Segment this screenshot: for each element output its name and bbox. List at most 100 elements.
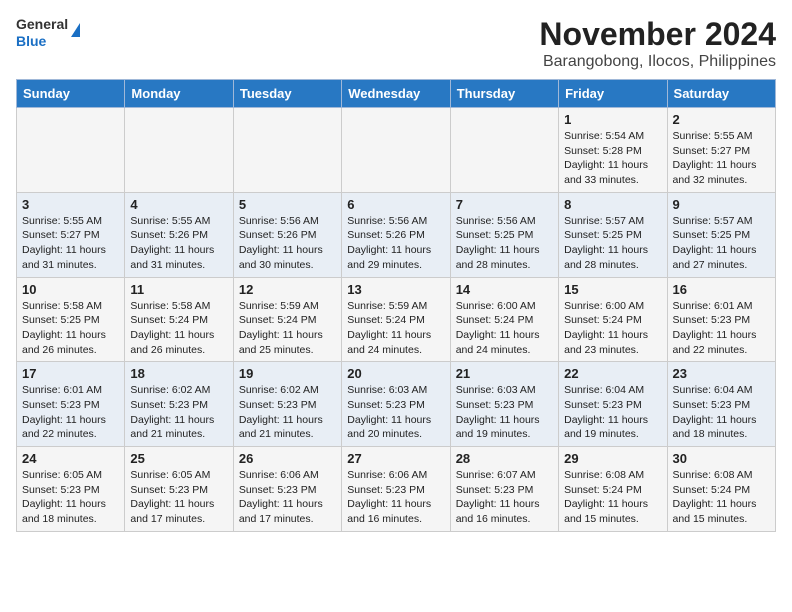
day-number: 25: [130, 451, 227, 466]
calendar-week-row: 17 Sunrise: 6:01 AM Sunset: 5:23 PM Dayli…: [17, 362, 776, 447]
day-number: 22: [564, 366, 661, 381]
day-info: Sunrise: 6:06 AM Sunset: 5:23 PM Dayligh…: [347, 468, 444, 527]
day-number: 15: [564, 282, 661, 297]
day-info: Sunrise: 6:05 AM Sunset: 5:23 PM Dayligh…: [22, 468, 119, 527]
calendar-week-row: 10 Sunrise: 5:58 AM Sunset: 5:25 PM Dayli…: [17, 277, 776, 362]
day-info: Sunrise: 5:59 AM Sunset: 5:24 PM Dayligh…: [347, 299, 444, 358]
calendar-day-9: 9 Sunrise: 5:57 AM Sunset: 5:25 PM Daylig…: [667, 192, 775, 277]
weekday-header-tuesday: Tuesday: [233, 80, 341, 108]
day-number: 9: [673, 197, 770, 212]
day-info: Sunrise: 5:56 AM Sunset: 5:26 PM Dayligh…: [239, 214, 336, 273]
day-number: 3: [22, 197, 119, 212]
calendar-day-16: 16 Sunrise: 6:01 AM Sunset: 5:23 PM Dayli…: [667, 277, 775, 362]
day-info: Sunrise: 6:05 AM Sunset: 5:23 PM Dayligh…: [130, 468, 227, 527]
calendar-day-6: 6Sunrise: 5:56 AM Sunset: 5:26 PM Daylig…: [342, 192, 450, 277]
day-number: 16: [673, 282, 770, 297]
day-info: Sunrise: 5:55 AM Sunset: 5:27 PM Dayligh…: [673, 129, 770, 188]
calendar-day-14: 14Sunrise: 6:00 AM Sunset: 5:24 PM Dayli…: [450, 277, 558, 362]
weekday-header-sunday: Sunday: [17, 80, 125, 108]
day-number: 19: [239, 366, 336, 381]
day-number: 24: [22, 451, 119, 466]
calendar-day-30: 30 Sunrise: 6:08 AM Sunset: 5:24 PM Dayli…: [667, 447, 775, 532]
day-info: Sunrise: 5:59 AM Sunset: 5:24 PM Dayligh…: [239, 299, 336, 358]
calendar-empty-cell: [450, 108, 558, 193]
calendar-empty-cell: [233, 108, 341, 193]
calendar-day-27: 27 Sunrise: 6:06 AM Sunset: 5:23 PM Dayli…: [342, 447, 450, 532]
day-info: Sunrise: 5:56 AM Sunset: 5:26 PM Dayligh…: [347, 214, 444, 273]
calendar-day-23: 23 Sunrise: 6:04 AM Sunset: 5:23 PM Dayli…: [667, 362, 775, 447]
weekday-header-friday: Friday: [559, 80, 667, 108]
day-number: 7: [456, 197, 553, 212]
day-number: 17: [22, 366, 119, 381]
day-info: Sunrise: 6:03 AM Sunset: 5:23 PM Dayligh…: [456, 383, 553, 442]
calendar-day-3: 3 Sunrise: 5:55 AM Sunset: 5:27 PM Daylig…: [17, 192, 125, 277]
day-info: Sunrise: 6:06 AM Sunset: 5:23 PM Dayligh…: [239, 468, 336, 527]
day-info: Sunrise: 6:08 AM Sunset: 5:24 PM Dayligh…: [673, 468, 770, 527]
calendar-empty-cell: [342, 108, 450, 193]
calendar-week-row: 3 Sunrise: 5:55 AM Sunset: 5:27 PM Daylig…: [17, 192, 776, 277]
logo-text: General Blue: [16, 16, 68, 50]
day-info: Sunrise: 6:04 AM Sunset: 5:23 PM Dayligh…: [564, 383, 661, 442]
day-number: 10: [22, 282, 119, 297]
day-number: 20: [347, 366, 444, 381]
day-info: Sunrise: 6:00 AM Sunset: 5:24 PM Dayligh…: [456, 299, 553, 358]
day-info: Sunrise: 5:57 AM Sunset: 5:25 PM Dayligh…: [564, 214, 661, 273]
day-number: 30: [673, 451, 770, 466]
day-number: 8: [564, 197, 661, 212]
calendar-day-4: 4Sunrise: 5:55 AM Sunset: 5:26 PM Daylig…: [125, 192, 233, 277]
day-info: Sunrise: 5:57 AM Sunset: 5:25 PM Dayligh…: [673, 214, 770, 273]
calendar-empty-cell: [17, 108, 125, 193]
day-number: 23: [673, 366, 770, 381]
calendar-day-1: 1 Sunrise: 5:54 AM Sunset: 5:28 PM Daylig…: [559, 108, 667, 193]
calendar-header-row: SundayMondayTuesdayWednesdayThursdayFrid…: [17, 80, 776, 108]
day-info: Sunrise: 6:01 AM Sunset: 5:23 PM Dayligh…: [673, 299, 770, 358]
calendar-day-17: 17 Sunrise: 6:01 AM Sunset: 5:23 PM Dayli…: [17, 362, 125, 447]
weekday-header-wednesday: Wednesday: [342, 80, 450, 108]
calendar-week-row: 24 Sunrise: 6:05 AM Sunset: 5:23 PM Dayli…: [17, 447, 776, 532]
calendar-day-8: 8 Sunrise: 5:57 AM Sunset: 5:25 PM Daylig…: [559, 192, 667, 277]
calendar-day-19: 19Sunrise: 6:02 AM Sunset: 5:23 PM Dayli…: [233, 362, 341, 447]
calendar-day-2: 2 Sunrise: 5:55 AM Sunset: 5:27 PM Daylig…: [667, 108, 775, 193]
day-number: 26: [239, 451, 336, 466]
calendar-day-5: 5 Sunrise: 5:56 AM Sunset: 5:26 PM Daylig…: [233, 192, 341, 277]
day-number: 11: [130, 282, 227, 297]
day-number: 28: [456, 451, 553, 466]
day-info: Sunrise: 6:08 AM Sunset: 5:24 PM Dayligh…: [564, 468, 661, 527]
day-info: Sunrise: 5:55 AM Sunset: 5:27 PM Dayligh…: [22, 214, 119, 273]
day-number: 2: [673, 112, 770, 127]
day-number: 1: [564, 112, 661, 127]
day-info: Sunrise: 6:07 AM Sunset: 5:23 PM Dayligh…: [456, 468, 553, 527]
calendar-day-29: 29 Sunrise: 6:08 AM Sunset: 5:24 PM Dayli…: [559, 447, 667, 532]
day-number: 27: [347, 451, 444, 466]
calendar-day-10: 10 Sunrise: 5:58 AM Sunset: 5:25 PM Dayli…: [17, 277, 125, 362]
calendar-table: SundayMondayTuesdayWednesdayThursdayFrid…: [16, 79, 776, 532]
location-subtitle: Barangobong, Ilocos, Philippines: [539, 53, 776, 71]
calendar-day-15: 15Sunrise: 6:00 AM Sunset: 5:24 PM Dayli…: [559, 277, 667, 362]
day-info: Sunrise: 6:03 AM Sunset: 5:23 PM Dayligh…: [347, 383, 444, 442]
day-number: 18: [130, 366, 227, 381]
calendar-day-24: 24 Sunrise: 6:05 AM Sunset: 5:23 PM Dayli…: [17, 447, 125, 532]
title-block: November 2024 Barangobong, Ilocos, Phili…: [539, 16, 776, 71]
calendar-day-13: 13 Sunrise: 5:59 AM Sunset: 5:24 PM Dayli…: [342, 277, 450, 362]
calendar-day-11: 11 Sunrise: 5:58 AM Sunset: 5:24 PM Dayli…: [125, 277, 233, 362]
day-number: 5: [239, 197, 336, 212]
day-info: Sunrise: 5:54 AM Sunset: 5:28 PM Dayligh…: [564, 129, 661, 188]
calendar-empty-cell: [125, 108, 233, 193]
page-header: General Blue November 2024 Barangobong, …: [16, 16, 776, 71]
day-number: 29: [564, 451, 661, 466]
day-info: Sunrise: 5:58 AM Sunset: 5:25 PM Dayligh…: [22, 299, 119, 358]
day-number: 12: [239, 282, 336, 297]
day-info: Sunrise: 6:02 AM Sunset: 5:23 PM Dayligh…: [130, 383, 227, 442]
calendar-week-row: 1 Sunrise: 5:54 AM Sunset: 5:28 PM Daylig…: [17, 108, 776, 193]
day-info: Sunrise: 5:55 AM Sunset: 5:26 PM Dayligh…: [130, 214, 227, 273]
logo: General Blue: [16, 16, 80, 50]
weekday-header-monday: Monday: [125, 80, 233, 108]
calendar-day-7: 7Sunrise: 5:56 AM Sunset: 5:25 PM Daylig…: [450, 192, 558, 277]
calendar-day-25: 25 Sunrise: 6:05 AM Sunset: 5:23 PM Dayli…: [125, 447, 233, 532]
day-info: Sunrise: 5:58 AM Sunset: 5:24 PM Dayligh…: [130, 299, 227, 358]
day-number: 21: [456, 366, 553, 381]
day-number: 13: [347, 282, 444, 297]
day-info: Sunrise: 6:01 AM Sunset: 5:23 PM Dayligh…: [22, 383, 119, 442]
calendar-day-21: 21 Sunrise: 6:03 AM Sunset: 5:23 PM Dayli…: [450, 362, 558, 447]
day-info: Sunrise: 6:04 AM Sunset: 5:23 PM Dayligh…: [673, 383, 770, 442]
